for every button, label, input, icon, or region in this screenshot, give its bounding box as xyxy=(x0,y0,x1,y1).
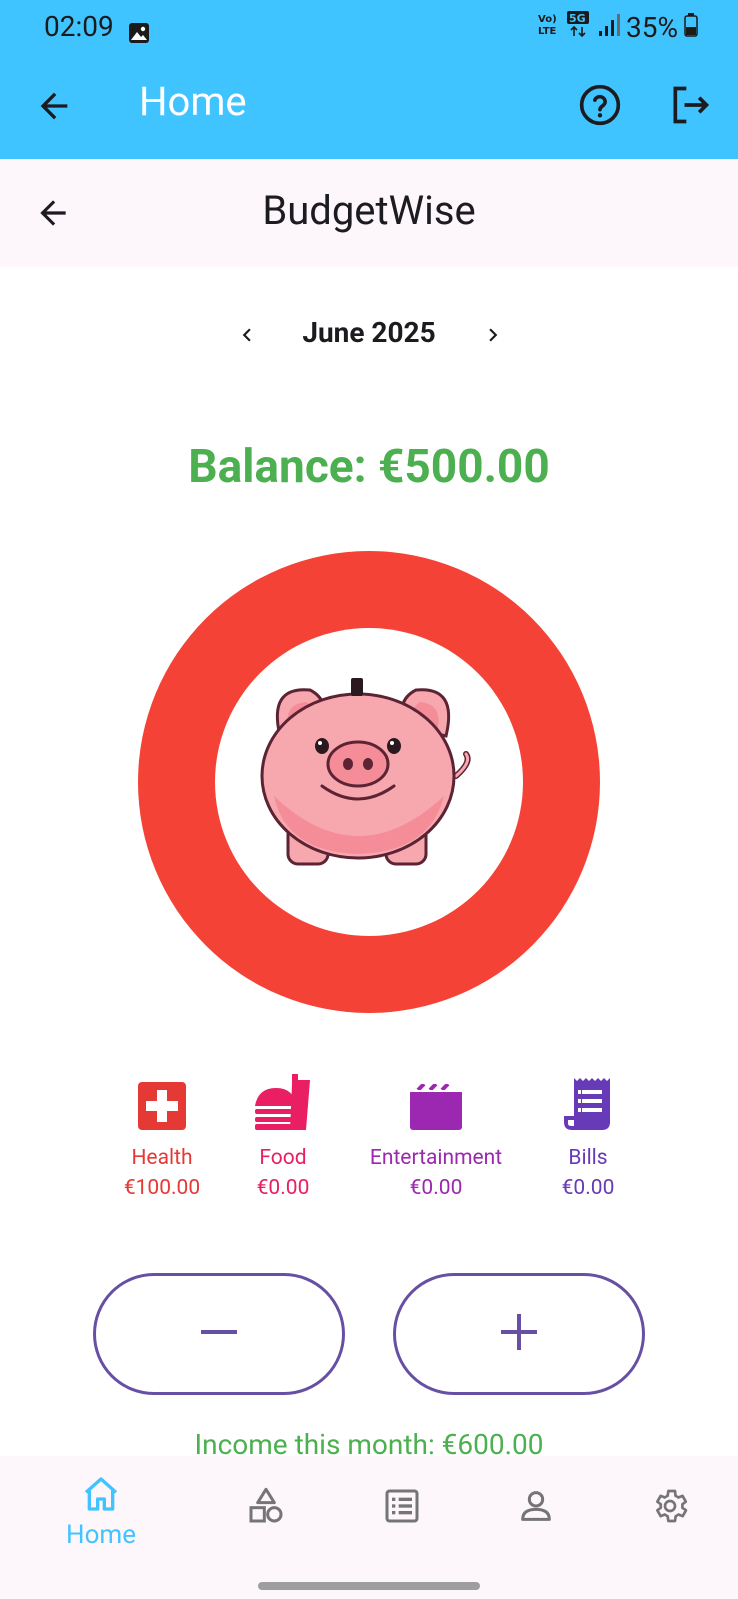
nav-settings[interactable] xyxy=(650,1486,690,1530)
category-food[interactable]: Food €0.00 xyxy=(238,1074,328,1200)
category-amount: €0.00 xyxy=(409,1176,463,1200)
gesture-bar[interactable] xyxy=(258,1582,480,1590)
home-icon xyxy=(81,1477,121,1518)
person-icon xyxy=(516,1491,556,1530)
gesture-area xyxy=(0,1572,738,1599)
add-expense-button[interactable] xyxy=(93,1273,345,1395)
nav-transactions[interactable] xyxy=(382,1486,422,1530)
movie-clapper-icon xyxy=(410,1082,462,1136)
category-name: Health xyxy=(131,1146,193,1170)
screen-title: BudgetWise xyxy=(262,187,476,234)
svg-text:LTE: LTE xyxy=(538,26,557,37)
app-bar-back-arrow-icon[interactable] xyxy=(34,86,74,130)
nav-home[interactable]: Home xyxy=(62,1474,140,1550)
status-bar: 02:09 Vo) LTE 5G 35% xyxy=(0,0,738,56)
minus-icon xyxy=(199,1312,239,1356)
category-name: Food xyxy=(259,1146,307,1170)
category-amount: €0.00 xyxy=(561,1176,615,1200)
app-bar: Home xyxy=(0,56,738,159)
signal-icon xyxy=(598,11,621,44)
app-bar-title: Home xyxy=(139,78,247,125)
gallery-notification-icon xyxy=(128,18,150,51)
receipt-icon xyxy=(564,1078,612,1136)
sub-app-bar: BudgetWise xyxy=(0,159,738,267)
balance-text: Balance: €500.00 xyxy=(188,440,550,494)
status-time: 02:09 xyxy=(44,10,114,43)
logout-icon[interactable] xyxy=(668,83,712,131)
category-amount: €0.00 xyxy=(256,1176,310,1200)
nav-profile[interactable] xyxy=(516,1486,556,1530)
piggy-bank-icon xyxy=(260,676,478,886)
plus-icon xyxy=(499,1312,539,1356)
help-icon[interactable] xyxy=(578,83,622,131)
month-selector: June 2025 xyxy=(0,310,738,360)
network-5g-icon: 5G xyxy=(566,10,592,45)
svg-text:5G: 5G xyxy=(569,12,586,25)
category-amount: €100.00 xyxy=(123,1176,201,1200)
category-health[interactable]: Health €100.00 xyxy=(104,1078,220,1200)
nav-home-label: Home xyxy=(66,1520,136,1550)
month-label: June 2025 xyxy=(302,316,436,349)
bottom-navigation: Home xyxy=(0,1456,738,1572)
svg-text:Vo): Vo) xyxy=(538,14,557,25)
list-icon xyxy=(382,1489,422,1530)
category-entertainment[interactable]: Entertainment €0.00 xyxy=(356,1078,516,1200)
category-bills[interactable]: Bills €0.00 xyxy=(548,1078,628,1200)
medical-cross-icon xyxy=(138,1082,186,1136)
add-income-button[interactable] xyxy=(393,1273,645,1395)
status-right: Vo) LTE 5G 35% xyxy=(538,10,698,45)
battery-text: 35% xyxy=(626,11,678,44)
category-name: Bills xyxy=(568,1146,608,1170)
next-month-chevron-icon[interactable] xyxy=(480,322,506,352)
gear-icon xyxy=(650,1489,690,1530)
nav-categories[interactable] xyxy=(246,1486,286,1530)
shapes-icon xyxy=(246,1487,286,1530)
category-name: Entertainment xyxy=(369,1146,503,1170)
volte-icon: Vo) LTE xyxy=(538,11,560,44)
battery-icon xyxy=(684,11,698,44)
fastfood-icon xyxy=(254,1072,312,1136)
